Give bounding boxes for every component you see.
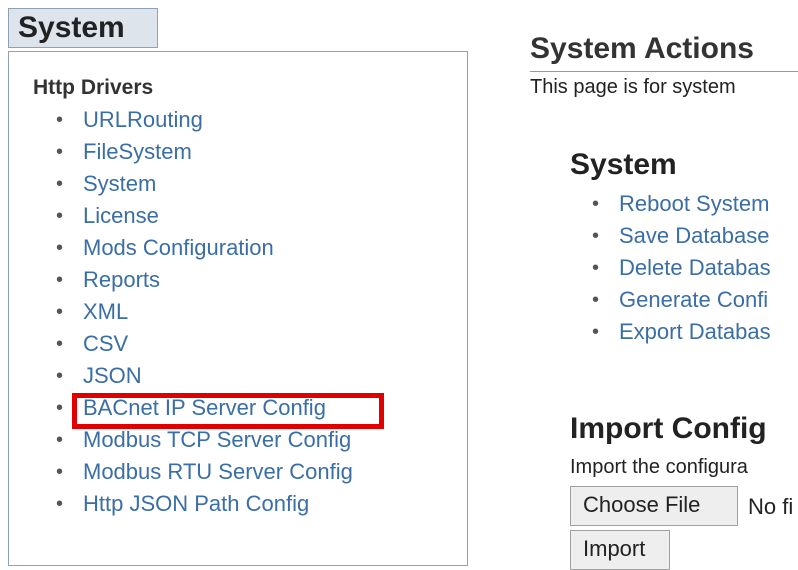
list-item: • Generate Confi — [592, 284, 771, 316]
list-item: • CSV — [56, 328, 353, 360]
list-item: • JSON — [56, 360, 353, 392]
driver-link-mods-configuration[interactable]: Mods Configuration — [83, 235, 274, 260]
http-drivers-heading: Http Drivers — [33, 76, 154, 99]
driver-link-system[interactable]: System — [83, 171, 156, 196]
list-item: • XML — [56, 296, 353, 328]
bullet-icon: • — [56, 301, 64, 323]
reboot-system-link[interactable]: Reboot System — [619, 191, 769, 216]
highlight-box — [72, 393, 384, 429]
bullet-icon: • — [56, 493, 64, 515]
list-item: • License — [56, 200, 353, 232]
bullet-icon: • — [56, 269, 64, 291]
driver-link-urlrouting[interactable]: URLRouting — [83, 107, 203, 132]
driver-link-xml[interactable]: XML — [83, 299, 128, 324]
bullet-icon: • — [56, 141, 64, 163]
list-item: • Reboot System — [592, 188, 771, 220]
driver-link-reports[interactable]: Reports — [83, 267, 160, 292]
list-item: • FileSystem — [56, 136, 353, 168]
driver-link-filesystem[interactable]: FileSystem — [83, 139, 192, 164]
list-item: • Http JSON Path Config — [56, 488, 353, 520]
list-item: • Modbus RTU Server Config — [56, 456, 353, 488]
bullet-icon: • — [56, 109, 64, 131]
no-file-label: No fi — [748, 494, 794, 519]
page-description: This page is for system — [530, 76, 736, 98]
title-divider — [530, 71, 798, 72]
system-actions-list: • Reboot System • Save Database • Delete Da… — [592, 188, 771, 348]
generate-config-link[interactable]: Generate Confi — [619, 287, 768, 312]
bullet-icon: • — [56, 429, 64, 451]
list-item: • Reports — [56, 264, 353, 296]
import-button[interactable]: Import — [570, 530, 670, 570]
list-item: • System — [56, 168, 353, 200]
import-config-heading: Import Config — [570, 412, 767, 445]
list-item: • Mods Configuration — [56, 232, 353, 264]
bullet-icon: • — [56, 237, 64, 259]
driver-link-modbus-rtu-server-config[interactable]: Modbus RTU Server Config — [83, 459, 353, 484]
bullet-icon: • — [56, 397, 64, 419]
bullet-icon: • — [592, 225, 600, 247]
system-tab[interactable]: System — [8, 8, 158, 48]
system-section-heading: System — [570, 148, 677, 181]
import-config-description: Import the configura — [570, 456, 748, 478]
driver-link-json[interactable]: JSON — [83, 363, 142, 388]
bullet-icon: • — [56, 333, 64, 355]
list-item: • Export Databas — [592, 316, 771, 348]
bullet-icon: • — [56, 365, 64, 387]
list-item: • URLRouting — [56, 104, 353, 136]
bullet-icon: • — [56, 205, 64, 227]
export-database-link[interactable]: Export Databas — [619, 319, 771, 344]
page-title: System Actions — [530, 32, 754, 65]
save-database-link[interactable]: Save Database — [619, 223, 769, 248]
bullet-icon: • — [592, 193, 600, 215]
delete-database-link[interactable]: Delete Databas — [619, 255, 771, 280]
bullet-icon: • — [56, 461, 64, 483]
list-item: • Delete Databas — [592, 252, 771, 284]
bullet-icon: • — [56, 173, 64, 195]
driver-link-license[interactable]: License — [83, 203, 159, 228]
driver-link-modbus-tcp-server-config[interactable]: Modbus TCP Server Config — [83, 427, 351, 452]
bullet-icon: • — [592, 289, 600, 311]
bullet-icon: • — [592, 257, 600, 279]
bullet-icon: • — [592, 321, 600, 343]
driver-link-http-json-path-config[interactable]: Http JSON Path Config — [83, 491, 309, 516]
driver-link-csv[interactable]: CSV — [83, 331, 128, 356]
list-item: • Save Database — [592, 220, 771, 252]
drivers-list: • URLRouting • FileSystem • System • License… — [56, 104, 353, 520]
choose-file-button[interactable]: Choose File — [570, 486, 738, 526]
